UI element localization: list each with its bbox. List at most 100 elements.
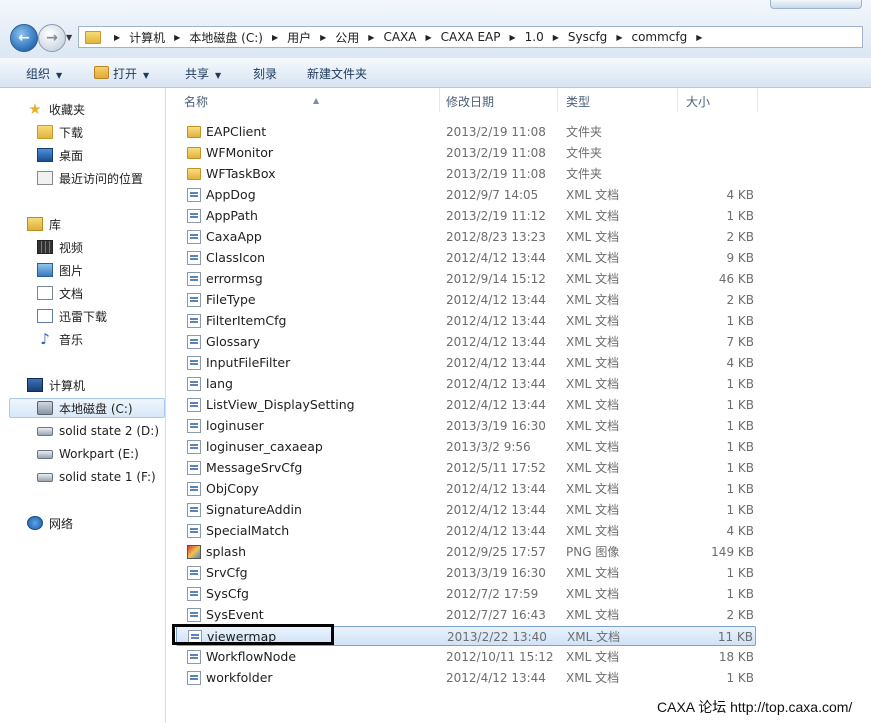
file-row[interactable]: AppPath 2013/2/19 11:12 XML 文档 1 KB [176,206,756,226]
breadcrumb-item[interactable]: 计算机 [127,29,167,46]
nav-desktop[interactable]: 桌面 [37,145,83,165]
file-row[interactable]: ClassIcon 2012/4/12 13:44 XML 文档 9 KB [176,248,756,268]
xml-file-icon [187,503,201,517]
column-header-date[interactable]: 修改日期 [438,88,558,112]
file-row[interactable]: SignatureAddin 2012/4/12 13:44 XML 文档 1 KB [176,500,756,520]
file-row[interactable]: ObjCopy 2012/4/12 13:44 XML 文档 1 KB [176,479,756,499]
nav-favorites[interactable]: ★ 收藏夹 [27,99,85,119]
burn-button[interactable]: 刻录 [253,65,277,82]
file-name: WorkflowNode [206,649,297,664]
file-row[interactable]: lang 2012/4/12 13:44 XML 文档 1 KB [176,374,756,394]
nav-pictures[interactable]: 图片 [37,260,83,280]
breadcrumb-item[interactable]: CAXA [381,30,418,44]
nav-drive-d[interactable]: solid state 2 (D:) [37,421,159,441]
file-row[interactable]: splash 2012/9/25 17:57 PNG 图像 149 KB [176,542,756,562]
nav-computer[interactable]: 计算机 [27,375,85,395]
chevron-right-icon[interactable]: ▶ [368,33,374,42]
nav-libraries[interactable]: 库 [27,214,61,234]
open-button[interactable]: 打开 ▼ [94,65,149,82]
file-row[interactable]: loginuser 2013/3/19 16:30 XML 文档 1 KB [176,416,756,436]
file-size: 1 KB [726,398,754,412]
new-folder-button[interactable]: 新建文件夹 [307,65,367,82]
file-size: 2 KB [726,293,754,307]
library-icon [27,217,43,231]
xml-file-icon [187,356,201,370]
file-row[interactable]: WFMonitor 2013/2/19 11:08 文件夹 [176,143,756,163]
back-button[interactable]: ← [10,24,38,52]
forward-button[interactable]: → [38,24,66,52]
file-name: FileType [206,292,256,307]
file-row[interactable]: FileType 2012/4/12 13:44 XML 文档 2 KB [176,290,756,310]
chevron-right-icon[interactable]: ▶ [320,33,326,42]
file-row[interactable]: Glossary 2012/4/12 13:44 XML 文档 7 KB [176,332,756,352]
nav-network[interactable]: 网络 [27,513,73,533]
chevron-right-icon[interactable]: ▶ [114,33,120,42]
file-row[interactable]: errormsg 2012/9/14 15:12 XML 文档 46 KB [176,269,756,289]
drive-icon [37,426,53,436]
column-header-size[interactable]: 大小 [678,88,758,112]
breadcrumb-item[interactable]: 用户 [285,29,313,46]
nav-drive-c[interactable]: 本地磁盘 (C:) [9,398,165,418]
breadcrumb-item[interactable]: 公用 [333,29,361,46]
file-type: XML 文档 [566,188,620,202]
file-row[interactable]: ListView_DisplaySetting 2012/4/12 13:44 XM… [176,395,756,415]
breadcrumb-item[interactable]: 1.0 [523,30,546,44]
chevron-down-icon: ▼ [143,71,150,80]
breadcrumb-item[interactable]: 本地磁盘 (C:) [187,29,265,46]
file-name: Glossary [206,334,261,349]
recent-pages-button[interactable]: ▼ [66,33,72,42]
file-date: 2013/3/19 16:30 [446,419,546,433]
file-row[interactable]: SysCfg 2012/7/2 17:59 XML 文档 1 KB [176,584,756,604]
file-row[interactable]: SysEvent 2012/7/27 16:43 XML 文档 2 KB [176,605,756,625]
breadcrumb-item[interactable]: commcfg [629,30,689,44]
nav-downloads[interactable]: 下载 [37,122,83,142]
file-row[interactable]: EAPClient 2013/2/19 11:08 文件夹 [176,122,756,142]
music-note-icon: ♪ [40,330,50,348]
nav-music[interactable]: ♪ 音乐 [37,329,83,349]
file-size: 1 KB [726,377,754,391]
chevron-right-icon[interactable]: ▶ [616,33,622,42]
chevron-right-icon[interactable]: ▶ [174,33,180,42]
chevron-right-icon[interactable]: ▶ [553,33,559,42]
file-row[interactable]: InputFileFilter 2012/4/12 13:44 XML 文档 4 KB [176,353,756,373]
file-type: XML 文档 [566,377,620,391]
share-button[interactable]: 共享 ▼ [185,65,221,82]
xml-file-icon [187,398,201,412]
breadcrumb-item[interactable]: Syscfg [566,30,609,44]
xml-file-icon [187,482,201,496]
window-button-strip [770,0,862,9]
chevron-right-icon[interactable]: ▶ [509,33,515,42]
file-row[interactable]: loginuser_caxaeap 2013/3/2 9:56 XML 文档 1 KB [176,437,756,457]
file-row[interactable]: SpecialMatch 2012/4/12 13:44 XML 文档 4 KB [176,521,756,541]
file-name: AppDog [206,187,256,202]
downloads-folder-icon [37,125,53,139]
nav-recent-places[interactable]: 最近访问的位置 [37,168,143,188]
file-size: 1 KB [726,482,754,496]
chevron-right-icon[interactable]: ▶ [425,33,431,42]
nav-thunder-downloads[interactable]: 迅雷下载 [37,306,107,326]
file-name: SysCfg [206,586,249,601]
file-type: XML 文档 [566,230,620,244]
column-header-name[interactable]: ▲ 名称 [176,88,440,112]
organize-button[interactable]: 组织 ▼ [26,65,62,82]
nav-videos[interactable]: 视频 [37,237,83,257]
nav-drive-e[interactable]: Workpart (E:) [37,444,139,464]
file-row[interactable]: CaxaApp 2012/8/23 13:23 XML 文档 2 KB [176,227,756,247]
breadcrumb-item[interactable]: CAXA EAP [439,30,503,44]
file-row[interactable]: MessageSrvCfg 2012/5/11 17:52 XML 文档 1 KB [176,458,756,478]
chevron-right-icon[interactable]: ▶ [696,33,702,42]
file-row[interactable]: WorkflowNode 2012/10/11 15:12 XML 文档 18 KB [176,647,756,667]
chevron-right-icon[interactable]: ▶ [272,33,278,42]
file-row[interactable]: AppDog 2012/9/7 14:05 XML 文档 4 KB [176,185,756,205]
nav-label: 桌面 [59,148,84,163]
file-row[interactable]: workfolder 2012/4/12 13:44 XML 文档 1 KB [176,668,756,688]
file-row[interactable]: SrvCfg 2013/3/19 16:30 XML 文档 1 KB [176,563,756,583]
file-row[interactable]: WFTaskBox 2013/2/19 11:08 文件夹 [176,164,756,184]
nav-documents[interactable]: 文档 [37,283,83,303]
nav-drive-f[interactable]: solid state 1 (F:) [37,467,156,487]
folder-icon [187,147,201,159]
file-row[interactable]: FilterItemCfg 2012/4/12 13:44 XML 文档 1 KB [176,311,756,331]
column-header-type[interactable]: 类型 [558,88,678,112]
breadcrumb[interactable]: ▶ 计算机 ▶ 本地磁盘 (C:) ▶ 用户 ▶ 公用 ▶ CAXA ▶ CAX… [78,26,863,48]
file-type: XML 文档 [566,671,620,685]
